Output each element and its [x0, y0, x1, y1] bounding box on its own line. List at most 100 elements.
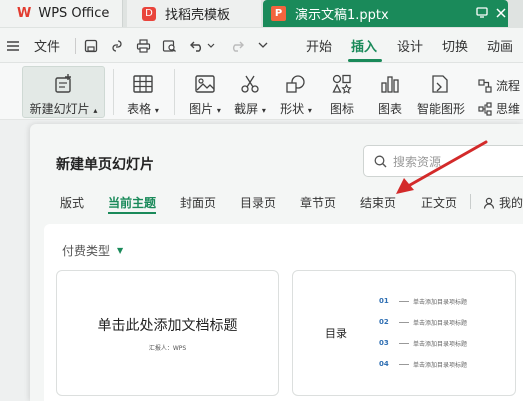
toc-item-bar — [399, 300, 409, 302]
close-tab-icon[interactable] — [496, 7, 506, 21]
new-slide-text: 新建幻灯片 — [29, 102, 90, 116]
active-tab-indicator — [348, 59, 382, 62]
template-card-toc[interactable]: 目录 01 单击添加目录项标题 02 单击添加目录项标题 03 单击添加目录项标… — [292, 270, 516, 396]
screenshot-label: 截屏 ▾ — [234, 100, 266, 117]
tab-wps-office[interactable]: W WPS Office — [0, 0, 123, 27]
toc-item-text: 单击添加目录项标题 — [413, 340, 468, 348]
category-cover[interactable]: 封面页 — [180, 194, 216, 211]
mindmap-button[interactable]: 思维 — [478, 100, 520, 117]
new-slide-panel: 新建单页幻灯片 搜索资源 版式 当前主题 封面页 目录页 章节页 结束页 正文页… — [30, 124, 523, 401]
menu-tab-animation[interactable]: 动画 — [487, 28, 513, 63]
chevron-up-icon: ▴ — [93, 106, 98, 115]
screenshot-text: 截屏 — [234, 102, 259, 116]
toc-heading: 目录 — [325, 327, 347, 340]
picture-label: 图片 ▾ — [189, 100, 221, 117]
menu-divider — [75, 28, 76, 63]
mindmap-label: 思维 — [496, 102, 521, 116]
toc-item-bar — [399, 321, 409, 323]
save-icon[interactable] — [84, 28, 98, 63]
toc-item-number: 04 — [379, 360, 389, 368]
monitor-icon[interactable] — [476, 6, 488, 21]
menu-tab-label: 设计 — [397, 40, 424, 55]
menu-tab-home[interactable]: 开始 — [306, 28, 332, 63]
category-section[interactable]: 章节页 — [300, 194, 336, 211]
flowchart-icon — [478, 78, 492, 93]
tab-label: 找稻壳模板 — [165, 8, 231, 23]
new-slide-button[interactable]: 新建幻灯片 ▴ — [22, 66, 105, 118]
tab-templates[interactable]: D 找稻壳模板 — [127, 0, 261, 27]
chevron-down-icon: ▾ — [154, 106, 159, 115]
ribbon-divider — [174, 69, 175, 115]
print-icon[interactable] — [136, 28, 151, 63]
shape-icon — [285, 73, 307, 95]
insert-ribbon: 新建幻灯片 ▴ 表格 ▾ 图片 ▾ 截屏 ▾ 形状 ▾ 图标 图表 智能图形 流… — [0, 63, 523, 120]
ribbon-divider — [113, 69, 114, 115]
template-card-title[interactable]: 单击此处添加文档标题 汇报人：WPS — [56, 270, 279, 396]
picture-button[interactable]: 图片 ▾ — [183, 63, 227, 120]
category-body[interactable]: 正文页 — [421, 194, 457, 211]
smartart-label: 智能图形 — [416, 102, 465, 116]
category-mine[interactable]: 我的 — [483, 194, 523, 211]
category-current-theme[interactable]: 当前主题 — [108, 194, 156, 211]
flowchart-label: 流程 — [496, 79, 521, 93]
scissors-icon — [239, 73, 261, 95]
tab-label: WPS Office — [38, 6, 110, 21]
menu-tab-transition[interactable]: 切换 — [442, 28, 468, 63]
table-button[interactable]: 表格 ▾ — [121, 63, 165, 120]
tab-document[interactable]: P 演示文稿1.pptx — [263, 0, 508, 27]
template-logo-icon: D — [142, 6, 156, 21]
screenshot-button[interactable]: 截屏 ▾ — [228, 63, 272, 120]
user-icon — [483, 197, 495, 209]
toc-item-number: 03 — [379, 339, 389, 347]
table-text: 表格 — [127, 102, 152, 116]
bar-chart-icon — [379, 73, 401, 95]
active-category-indicator — [108, 212, 156, 214]
toc-item-number: 01 — [379, 297, 389, 305]
search-input[interactable]: 搜索资源 — [363, 145, 523, 177]
chevron-down-icon: ▾ — [261, 106, 266, 115]
file-menu[interactable]: 文件 — [34, 28, 60, 63]
new-slide-icon — [53, 73, 75, 95]
category-layout[interactable]: 版式 — [60, 194, 84, 211]
icon-label: 图标 — [329, 102, 354, 116]
table-label: 表格 ▾ — [127, 100, 159, 117]
menu-tab-label: 插入 — [351, 40, 378, 55]
category-toc[interactable]: 目录页 — [240, 194, 276, 211]
wps-logo-icon: W — [17, 6, 32, 21]
toc-item: 01 单击添加目录项标题 — [379, 295, 467, 307]
menu-tab-insert[interactable]: 插入 — [351, 28, 377, 63]
smartart-button[interactable]: 智能图形 — [415, 63, 467, 120]
share-link-icon[interactable] — [110, 28, 124, 63]
toc-item-text: 单击添加目录项标题 — [413, 298, 468, 306]
icon-button[interactable]: 图标 — [322, 63, 362, 120]
undo-icon[interactable] — [190, 28, 204, 63]
chevron-down-icon: ▾ — [216, 106, 221, 115]
toc-item-text: 单击添加目录项标题 — [413, 319, 468, 327]
redo-icon[interactable] — [230, 28, 244, 63]
category-tabs: 版式 当前主题 封面页 目录页 章节页 结束页 正文页 我的 — [30, 190, 523, 216]
menu-tab-label: 动画 — [487, 40, 514, 55]
shape-text: 形状 — [280, 102, 305, 116]
file-menu-label: 文件 — [34, 40, 61, 55]
pay-type-filter[interactable]: 付费类型 ▼ — [62, 242, 123, 259]
picture-text: 图片 — [189, 102, 214, 116]
toc-item-number: 02 — [379, 318, 389, 326]
toc-item: 03 单击添加目录项标题 — [379, 337, 467, 349]
template-content: 付费类型 ▼ 单击此处添加文档标题 汇报人：WPS 目录 01 单击添加目录项标… — [44, 224, 523, 401]
icon-library-icon — [331, 73, 353, 95]
more-dropdown-icon[interactable] — [258, 28, 268, 63]
shape-label: 形状 ▾ — [280, 100, 312, 117]
caret-down-icon: ▼ — [117, 246, 124, 255]
menu-toggle-icon[interactable] — [6, 28, 20, 63]
window-tab-bar: W WPS Office D 找稻壳模板 P 演示文稿1.pptx — [0, 0, 523, 28]
chevron-down-icon: ▾ — [307, 106, 312, 115]
menu-tab-design[interactable]: 设计 — [397, 28, 423, 63]
pptx-file-icon: P — [271, 6, 286, 21]
new-slide-label: 新建幻灯片 ▴ — [30, 100, 98, 117]
undo-dropdown-icon[interactable] — [207, 28, 215, 63]
shape-button[interactable]: 形状 ▾ — [274, 63, 318, 120]
category-ending[interactable]: 结束页 — [360, 194, 396, 211]
flowchart-button[interactable]: 流程 — [478, 77, 520, 94]
chart-button[interactable]: 图表 — [370, 63, 410, 120]
print-preview-icon[interactable] — [162, 28, 177, 63]
